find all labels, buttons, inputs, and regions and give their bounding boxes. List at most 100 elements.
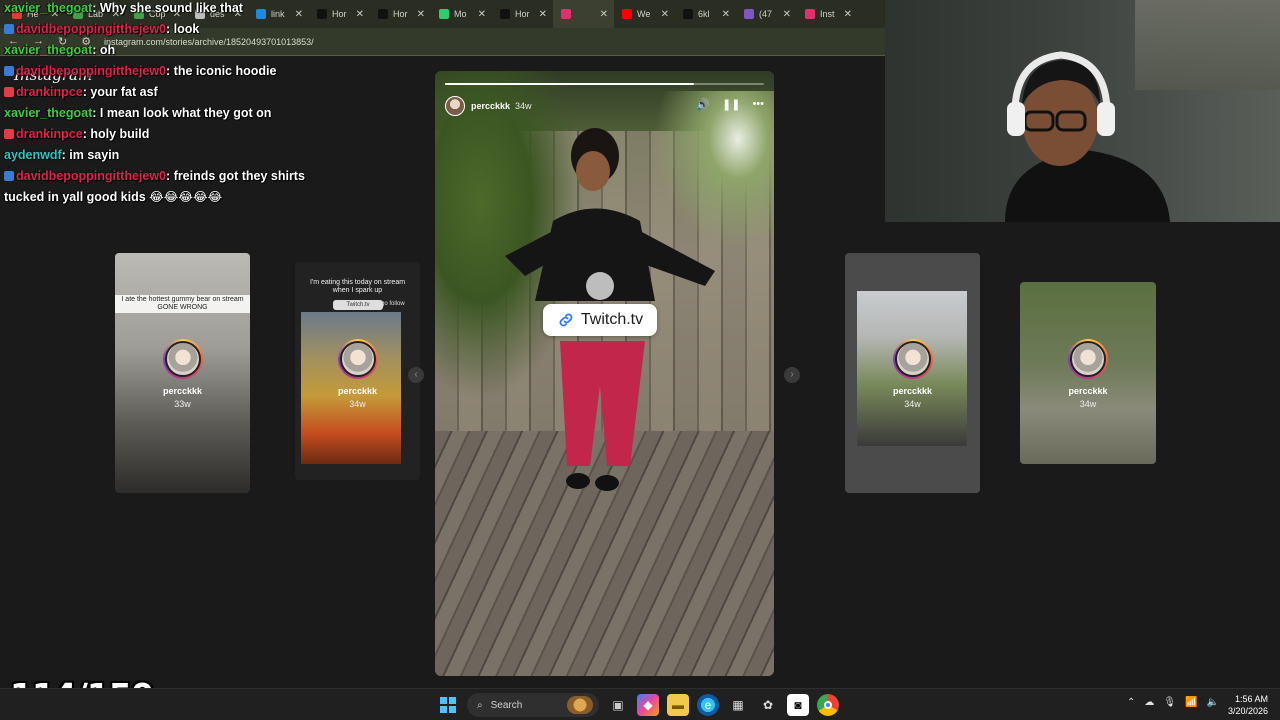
webcam-overlay xyxy=(885,0,1280,222)
story-progress-fill xyxy=(445,83,694,85)
pause-icon[interactable]: ❚❚ xyxy=(722,98,740,111)
tab-close-icon[interactable]: ✕ xyxy=(661,9,669,20)
next-story-button[interactable]: › xyxy=(784,367,800,383)
task-view-icon[interactable]: ▣ xyxy=(607,694,629,716)
chat-username[interactable]: xavier_thegoat xyxy=(4,43,92,57)
cloud-icon[interactable]: ☁ xyxy=(1144,697,1154,708)
app-icon-2[interactable]: ◙ xyxy=(787,694,809,716)
wifi-icon[interactable]: 📶 xyxy=(1185,697,1197,708)
browser-tab[interactable]: 6kl ✕ xyxy=(675,0,736,28)
browser-tab[interactable]: Hor ✕ xyxy=(492,0,553,28)
tab-label: Hor xyxy=(515,9,530,19)
preview-username: percckkk xyxy=(892,386,933,396)
start-icon[interactable] xyxy=(437,694,459,716)
link-sticker-label: Twitch.tv xyxy=(580,311,644,328)
chat-message: davidbepoppingitthejew0: freinds got the… xyxy=(4,166,334,208)
tab-close-icon[interactable]: ✕ xyxy=(783,9,791,20)
tab-favicon-icon xyxy=(805,9,815,19)
chat-text: Why she sound like that xyxy=(99,1,243,15)
story-preview-card[interactable]: percckkk 34w xyxy=(1020,282,1156,464)
chat-username[interactable]: xavier_thegoat xyxy=(4,106,92,120)
tab-close-icon[interactable]: ✕ xyxy=(417,9,425,20)
chat-username[interactable]: drankinpce xyxy=(16,127,83,141)
browser-tab[interactable]: ✕ xyxy=(553,0,614,28)
volume-tray-icon[interactable]: 🔈 xyxy=(1207,697,1219,708)
microphone-icon[interactable]: 🎙 xyxy=(1163,697,1176,708)
chat-username[interactable]: davidbepoppingitthejew0 xyxy=(16,169,166,183)
story-controls: 🔊 ❚❚ ••• xyxy=(696,98,764,111)
chat-separator: : xyxy=(166,22,174,36)
edge-icon[interactable]: e xyxy=(697,694,719,716)
chat-text: the iconic hoodie xyxy=(173,64,277,78)
story-progress-bar xyxy=(445,83,764,85)
preview-sticker-suffix: go follow xyxy=(381,301,405,307)
chat-text: im sayin xyxy=(69,148,120,162)
tab-close-icon[interactable]: ✕ xyxy=(539,9,547,20)
tab-close-icon[interactable]: ✕ xyxy=(478,9,486,20)
taskbar-search-label: Search xyxy=(490,699,523,711)
preview-username: percckkk xyxy=(337,386,378,396)
previous-story-button[interactable]: ‹ xyxy=(408,367,424,383)
taskbar-search[interactable]: ⌕ Search xyxy=(467,693,599,717)
taskbar-clock[interactable]: 1:56 AM 3/20/2026 xyxy=(1222,693,1268,717)
store-icon[interactable]: ▦ xyxy=(727,694,749,716)
tab-close-icon[interactable]: ✕ xyxy=(844,9,852,20)
stream-chat: xavier_thegoat: Why she sound like that d… xyxy=(4,0,334,208)
chat-separator: : xyxy=(92,1,100,15)
chat-username[interactable]: davidbepoppingitthejew0 xyxy=(16,22,166,36)
chat-text: your fat asf xyxy=(90,85,158,99)
chat-username[interactable]: drankinpce xyxy=(16,85,83,99)
story-username[interactable]: percckkk xyxy=(471,101,510,111)
pencil-badge-icon xyxy=(4,87,14,97)
chat-message: xavier_thegoat: Why she sound like that xyxy=(4,0,334,19)
story-preview-card[interactable]: I ate the hottest gummy bear on stream G… xyxy=(115,253,250,493)
browser-tab[interactable]: We ✕ xyxy=(614,0,675,28)
taskbar-apps: ⌕ Search ▣ ◆ ▬ e ▦ ✿ ◙ xyxy=(437,693,839,717)
chat-username[interactable]: xavier_thegoat xyxy=(4,1,92,15)
tab-label: Mo xyxy=(454,9,467,19)
copilot-icon[interactable]: ◆ xyxy=(637,694,659,716)
chat-separator: : xyxy=(92,106,100,120)
browser-tab[interactable]: Mo ✕ xyxy=(431,0,492,28)
story-person xyxy=(505,128,715,491)
volume-icon[interactable]: 🔊 xyxy=(696,98,710,111)
story-age: 34w xyxy=(515,101,532,111)
browser-tab[interactable]: Hor ✕ xyxy=(370,0,431,28)
story-preview-card[interactable]: I'm eating this today on stream when I s… xyxy=(295,262,420,480)
tab-label: Hor xyxy=(393,9,408,19)
tab-favicon-icon xyxy=(561,9,571,19)
preview-caption: I'm eating this today on stream when I s… xyxy=(309,279,406,294)
story-avatar[interactable] xyxy=(445,96,465,116)
tab-label: 6kl xyxy=(698,9,710,19)
app-icon[interactable]: ✿ xyxy=(757,694,779,716)
system-tray: ⌃ ☁ 🎙 📶 🔈 xyxy=(1127,697,1219,708)
chevron-up-icon[interactable]: ⌃ xyxy=(1127,697,1135,708)
chat-username[interactable]: aydenwdf xyxy=(4,148,62,162)
list-badge-icon xyxy=(4,24,14,34)
search-highlight-icon xyxy=(567,696,593,714)
link-sticker[interactable]: Twitch.tv xyxy=(543,304,657,336)
preview-avatar xyxy=(162,339,203,379)
chat-username[interactable]: davidbepoppingitthejew0 xyxy=(16,64,166,78)
story-viewer[interactable]: percckkk 34w 🔊 ❚❚ ••• Twitch.tv xyxy=(435,71,774,676)
chat-text: I mean look what they got on xyxy=(99,106,272,120)
chat-message: drankinpce: your fat asf xyxy=(4,82,334,103)
story-preview-card[interactable]: percckkk 34w xyxy=(845,253,980,493)
browser-tab[interactable]: Inst ✕ xyxy=(797,0,858,28)
link-icon xyxy=(559,313,573,327)
chat-message: aydenwdf: im sayin xyxy=(4,145,334,166)
preview-sticker-label: Twitch.tv xyxy=(346,302,370,308)
file-explorer-icon[interactable]: ▬ xyxy=(667,694,689,716)
chrome-icon[interactable] xyxy=(817,694,839,716)
browser-tab[interactable]: (47 ✕ xyxy=(736,0,797,28)
preview-age: 33w xyxy=(174,399,191,409)
tab-close-icon[interactable]: ✕ xyxy=(722,9,730,20)
more-options-icon[interactable]: ••• xyxy=(752,98,764,111)
tab-favicon-icon xyxy=(378,9,388,19)
tab-favicon-icon xyxy=(622,9,632,19)
tab-close-icon[interactable]: ✕ xyxy=(356,9,364,20)
preview-avatar xyxy=(337,339,378,379)
story-header: percckkk 34w 🔊 ❚❚ ••• xyxy=(445,95,764,117)
preview-username: percckkk xyxy=(1068,386,1108,396)
tab-close-icon[interactable]: ✕ xyxy=(600,9,608,20)
